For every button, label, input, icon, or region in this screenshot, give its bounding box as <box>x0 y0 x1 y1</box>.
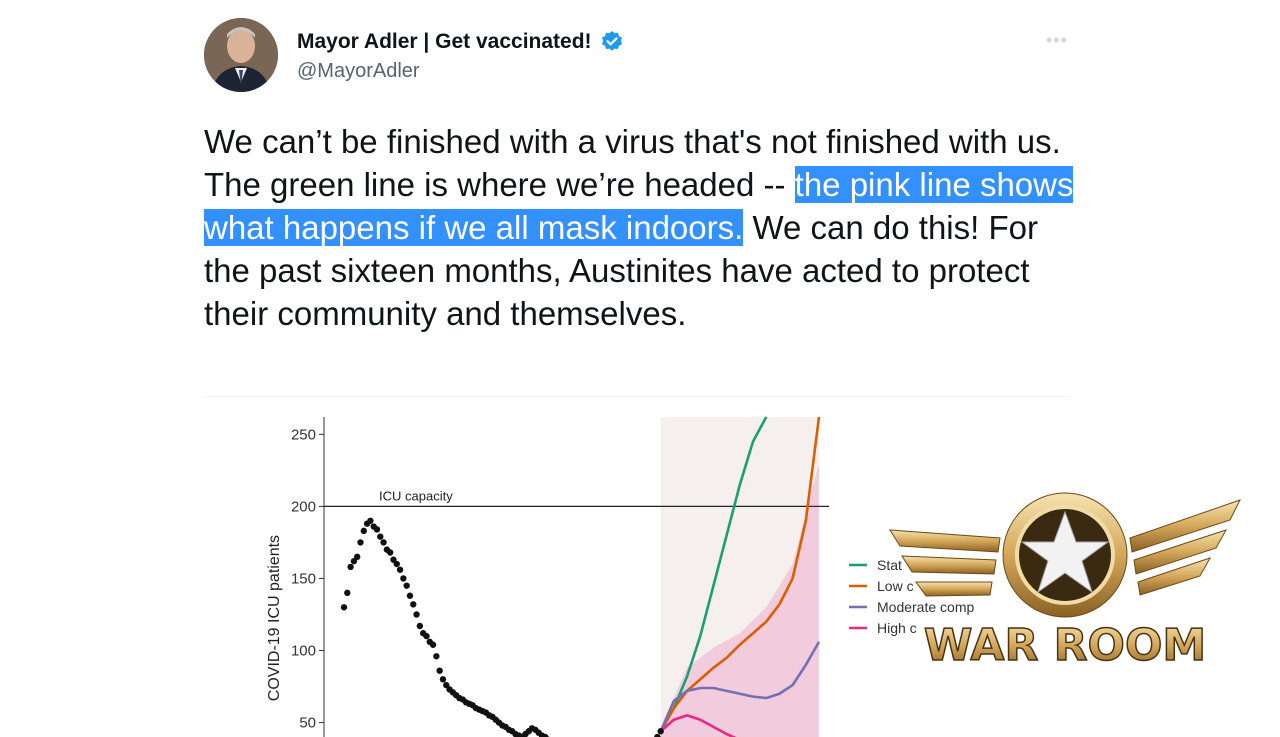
observed-point <box>433 653 439 659</box>
observed-point <box>397 567 403 573</box>
observed-point <box>361 528 367 534</box>
y-tick-label: 150 <box>291 570 316 587</box>
tweet-text: We can’t be finished with a virus that's… <box>204 120 1084 335</box>
observed-point <box>410 601 416 607</box>
observed-point <box>344 590 350 596</box>
observed-point <box>367 518 373 524</box>
verified-badge-icon <box>600 30 624 54</box>
handle[interactable]: @MayorAdler <box>297 60 420 83</box>
observed-point <box>357 539 363 545</box>
avatar[interactable] <box>204 18 278 92</box>
y-tick-label: 200 <box>291 498 316 515</box>
observed-point <box>394 561 400 567</box>
observed-point <box>341 604 347 610</box>
tweet-text-line2: The green line is where we’re headed -- … <box>204 163 1084 335</box>
observed-point <box>380 539 386 545</box>
observed-point <box>354 554 360 560</box>
observed-point <box>440 676 446 682</box>
y-axis-label: COVID-19 ICU patients <box>266 535 283 701</box>
display-name[interactable]: Mayor Adler | Get vaccinated! <box>297 30 624 54</box>
observed-point <box>430 642 436 648</box>
observed-point <box>374 526 380 532</box>
war-room-logo: WAR ROOM <box>880 490 1250 680</box>
icu-capacity-label: ICU capacity <box>379 488 453 503</box>
observed-point <box>400 575 406 581</box>
tweet-text-before: The green line is where we’re headed -- <box>204 166 795 203</box>
observed-point <box>657 728 663 734</box>
display-name-text[interactable]: Mayor Adler | Get vaccinated! <box>297 30 592 54</box>
svg-text:WAR ROOM: WAR ROOM <box>924 620 1206 671</box>
tweet-text-line1: We can’t be finished with a virus that's… <box>204 120 1084 163</box>
more-options-icon[interactable]: ••• <box>1046 30 1068 51</box>
observed-point <box>417 623 423 629</box>
observed-point <box>407 593 413 599</box>
y-tick-label: 250 <box>291 426 316 443</box>
y-tick-label: 100 <box>291 643 316 660</box>
observed-point <box>347 564 353 570</box>
observed-point <box>377 533 383 539</box>
observed-point <box>403 582 409 588</box>
observed-point <box>423 633 429 639</box>
observed-point <box>436 667 442 673</box>
observed-point <box>387 549 393 555</box>
observed-point <box>413 611 419 617</box>
y-tick-label: 50 <box>299 715 316 732</box>
